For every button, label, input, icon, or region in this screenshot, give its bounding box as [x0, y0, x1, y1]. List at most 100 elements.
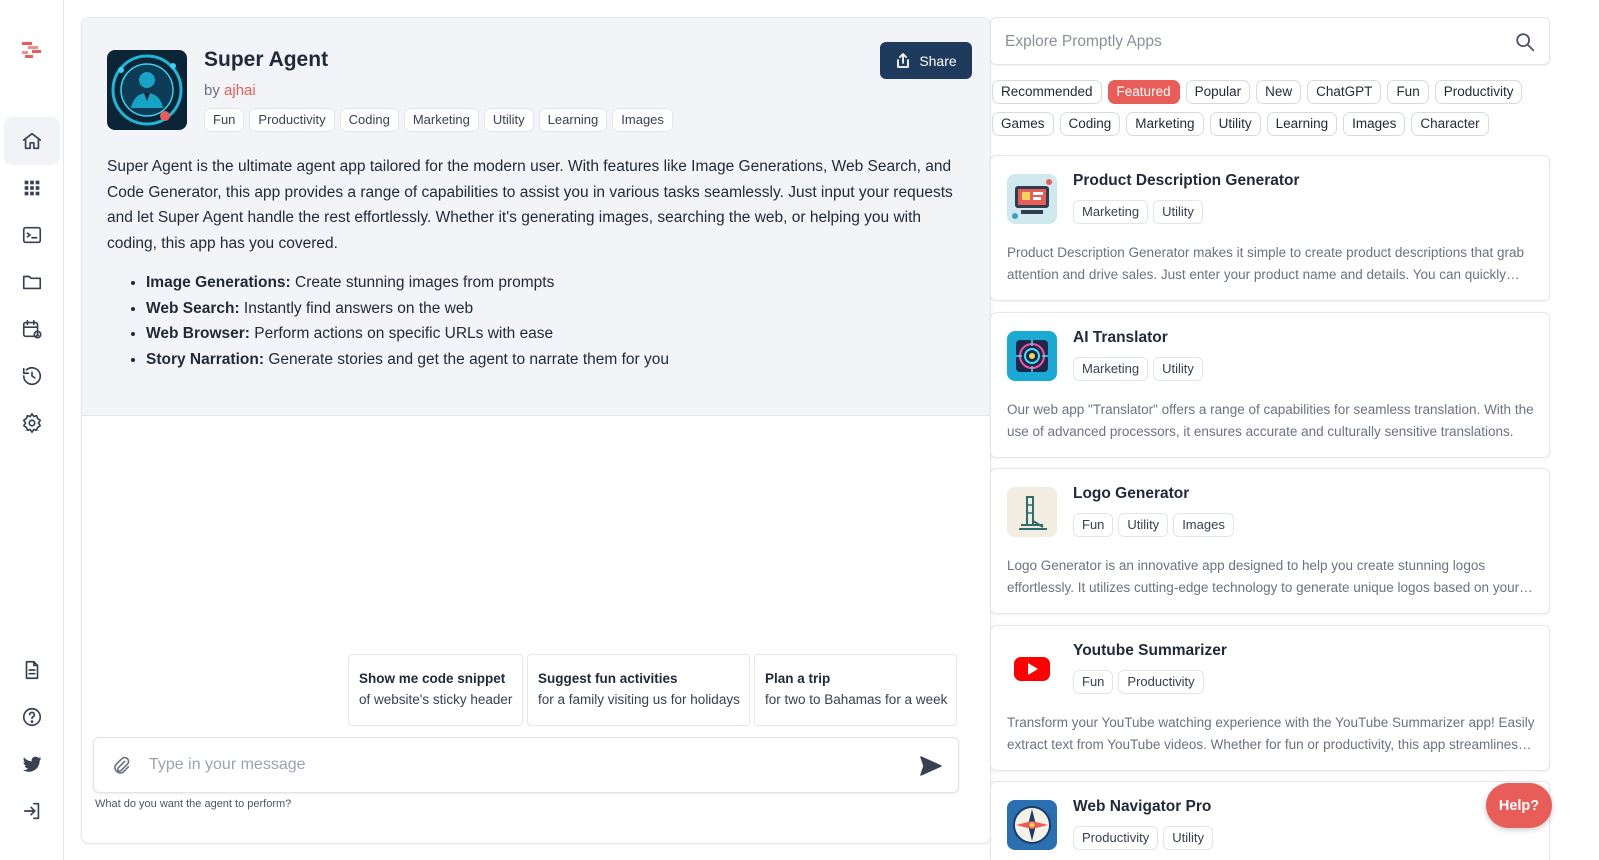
app-card-logo-generator[interactable]: Logo Generator Fun Utility Images Logo G…: [990, 468, 1550, 614]
filter-games[interactable]: Games: [992, 112, 1054, 136]
byline-prefix: by: [204, 82, 220, 99]
app-card-web-navigator[interactable]: Web Navigator Pro Productivity Utility: [990, 781, 1550, 860]
filter-recommended[interactable]: Recommended: [992, 80, 1102, 104]
rail-settings[interactable]: [4, 399, 60, 447]
agent-avatar: [107, 50, 187, 130]
suggestion-subtitle: of website's sticky header: [359, 692, 513, 707]
document-icon: [25, 660, 39, 680]
home-icon: [22, 132, 42, 150]
agent-tag[interactable]: Coding: [339, 108, 399, 132]
filter-marketing[interactable]: Marketing: [1126, 112, 1204, 136]
filter-productivity[interactable]: Productivity: [1434, 80, 1523, 104]
agent-tag[interactable]: Fun: [204, 108, 245, 132]
app-tag: Images: [1173, 513, 1234, 537]
app-card-product-description[interactable]: Product Description Generator Marketing …: [990, 155, 1550, 301]
agent-tag[interactable]: Marketing: [403, 108, 479, 132]
feature-text: Create stunning images from prompts: [295, 274, 555, 291]
app-tags: Marketing Utility: [1073, 200, 1203, 224]
terminal-icon: [22, 226, 42, 244]
feature-item: Image Generations: Create stunning image…: [146, 270, 946, 296]
app-title: Logo Generator: [1073, 485, 1190, 502]
app-tag: Utility: [1163, 826, 1213, 850]
suggestion-subtitle: for two to Bahamas for a week: [765, 692, 948, 707]
app-thumbnail: [1007, 800, 1057, 850]
app-description: Logo Generator is an innovative app desi…: [1007, 558, 1520, 595]
app-tag: Marketing: [1073, 200, 1149, 224]
suggestion-title: Plan a trip: [765, 671, 831, 686]
app-tags: Fun Utility Images: [1073, 513, 1234, 537]
twitter-icon: [22, 756, 42, 772]
promptly-logo-icon[interactable]: [20, 40, 44, 60]
rail-apps[interactable]: [4, 164, 60, 212]
agent-title: Super Agent: [204, 48, 329, 71]
agent-panel: Super Agent by ajhai Fun Productivity Co…: [81, 17, 991, 844]
app-tag: Marketing: [1073, 357, 1149, 381]
filter-new[interactable]: New: [1256, 80, 1302, 104]
agent-tag[interactable]: Productivity: [249, 108, 335, 132]
filter-chatgpt[interactable]: ChatGPT: [1307, 80, 1382, 104]
filter-fun[interactable]: Fun: [1387, 80, 1429, 104]
agent-tag[interactable]: Learning: [538, 108, 608, 132]
rail-docs[interactable]: [4, 646, 60, 694]
search-input[interactable]: [1005, 28, 1485, 56]
suggestion-code-snippet[interactable]: Show me code snippet of website's sticky…: [348, 654, 523, 726]
help-button[interactable]: Help?: [1486, 783, 1552, 828]
filter-popular[interactable]: Popular: [1185, 80, 1251, 104]
filter-images[interactable]: Images: [1343, 112, 1406, 136]
rail-login[interactable]: [4, 787, 60, 835]
feature-name: Web Search:: [146, 299, 240, 317]
app-card-youtube-summarizer[interactable]: Youtube Summarizer Fun Productivity Tran…: [990, 625, 1550, 771]
author-link[interactable]: ajhai: [224, 82, 256, 99]
compass-icon: [1007, 800, 1057, 850]
app-tags: Fun Productivity: [1073, 670, 1204, 694]
rail-calendar[interactable]: [4, 305, 60, 353]
agent-tags: Fun Productivity Coding Marketing Utilit…: [204, 108, 673, 132]
filter-featured[interactable]: Featured: [1107, 80, 1180, 104]
logo-generator-image-icon: [1007, 487, 1057, 537]
rail-folder[interactable]: [4, 258, 60, 306]
feature-text: Instantly find answers on the web: [243, 299, 474, 317]
filter-character[interactable]: Character: [1411, 112, 1489, 136]
feature-name: Story Narration:: [146, 350, 264, 368]
feature-item: Web Browser: Perform actions on specific…: [146, 321, 946, 347]
message-composer: [93, 737, 959, 793]
calendar-clock-icon: [22, 319, 42, 339]
app-card-ai-translator[interactable]: AI Translator Marketing Utility Our web …: [990, 312, 1550, 458]
rail-home[interactable]: [4, 117, 60, 165]
paperclip-icon[interactable]: [110, 755, 132, 777]
super-agent-image-icon: [107, 50, 187, 130]
message-input[interactable]: [149, 750, 909, 780]
filter-utility[interactable]: Utility: [1209, 112, 1261, 136]
app-tag: Utility: [1153, 357, 1203, 381]
product-generator-image-icon: [1007, 174, 1057, 224]
rail-terminal[interactable]: [4, 211, 60, 259]
feature-item: Web Search: Instantly find answers on th…: [146, 296, 946, 322]
rail-help[interactable]: [4, 693, 60, 741]
app-tag: Fun: [1073, 670, 1114, 694]
app-tag: Productivity: [1118, 670, 1204, 694]
app-thumbnail: [1007, 487, 1057, 537]
app-tag: Productivity: [1073, 826, 1159, 850]
youtube-icon: [1007, 644, 1057, 694]
left-rail: [0, 0, 64, 860]
app-tags: Marketing Utility: [1073, 357, 1203, 381]
suggestion-title: Suggest fun activities: [538, 671, 678, 686]
search-icon[interactable]: [1514, 31, 1536, 53]
share-button[interactable]: Share: [880, 42, 972, 79]
filter-coding[interactable]: Coding: [1059, 112, 1121, 136]
suggestion-fun-activities[interactable]: Suggest fun activities for a family visi…: [527, 654, 750, 726]
agent-tag[interactable]: Images: [612, 108, 673, 132]
app-title: Youtube Summarizer: [1073, 642, 1227, 659]
app-tag: Utility: [1118, 513, 1169, 537]
suggestion-plan-trip[interactable]: Plan a trip for two to Bahamas for a wee…: [754, 654, 957, 726]
agent-byline: by ajhai: [204, 82, 256, 99]
rail-twitter[interactable]: [4, 740, 60, 788]
folder-icon: [22, 275, 42, 290]
send-icon[interactable]: [920, 756, 942, 776]
filter-learning[interactable]: Learning: [1266, 112, 1338, 136]
agent-info-card: Super Agent by ajhai Fun Productivity Co…: [82, 18, 990, 416]
agent-tag[interactable]: Utility: [483, 108, 534, 132]
app-tag: Utility: [1153, 200, 1203, 224]
rail-history[interactable]: [4, 352, 60, 400]
app-title: AI Translator: [1073, 329, 1168, 346]
